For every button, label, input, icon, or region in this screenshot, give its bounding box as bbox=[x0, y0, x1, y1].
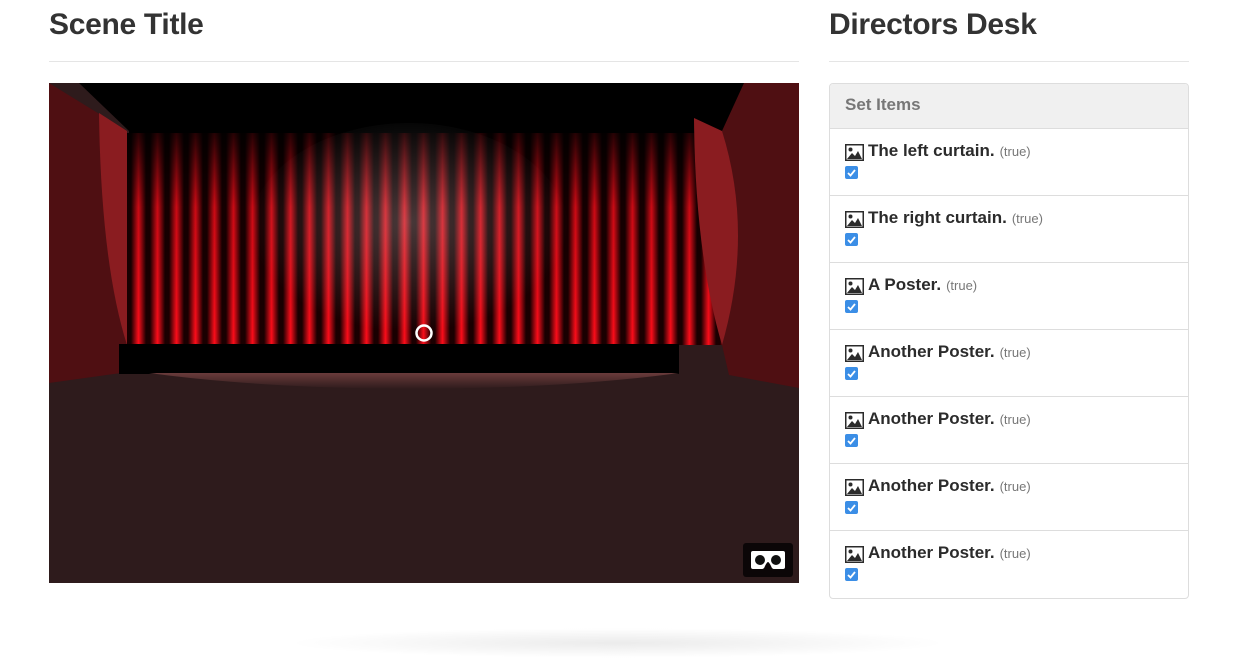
item-name: The right curtain. bbox=[868, 208, 1007, 227]
list-item: The right curtain. (true) bbox=[830, 196, 1188, 263]
item-visible-checkbox[interactable] bbox=[845, 434, 858, 447]
list-item: Another Poster. (true) bbox=[830, 464, 1188, 531]
panel-heading: Set Items bbox=[830, 84, 1188, 129]
vr-scene-viewport[interactable] bbox=[49, 83, 799, 583]
checkmark-icon bbox=[847, 436, 856, 445]
list-item: Another Poster. (true) bbox=[830, 397, 1188, 464]
item-visible-checkbox[interactable] bbox=[845, 367, 858, 380]
item-row: Another Poster. (true) bbox=[845, 543, 1173, 565]
image-icon bbox=[845, 411, 864, 429]
item-visible-checkbox[interactable] bbox=[845, 166, 858, 179]
item-visible-checkbox[interactable] bbox=[845, 233, 858, 246]
set-items-list: The left curtain. (true) The right curtain… bbox=[830, 129, 1188, 598]
item-name: A Poster. bbox=[868, 275, 942, 294]
item-name: The left curtain. bbox=[868, 141, 995, 160]
item-state: (true) bbox=[999, 144, 1031, 159]
scene-column: Scene Title bbox=[49, 0, 799, 583]
item-name: Another Poster. bbox=[868, 476, 995, 495]
item-state: (true) bbox=[999, 345, 1031, 360]
stage-render bbox=[49, 83, 799, 583]
item-row: Another Poster. (true) bbox=[845, 409, 1173, 431]
footer-shadow bbox=[285, 628, 950, 658]
set-items-panel: Set Items The left curtain. (true) The rig… bbox=[829, 83, 1189, 599]
list-item: A Poster. (true) bbox=[830, 263, 1188, 330]
checkmark-icon bbox=[847, 369, 856, 378]
item-state: (true) bbox=[999, 479, 1031, 494]
item-name: Another Poster. bbox=[868, 543, 995, 562]
vr-headset-icon bbox=[751, 551, 785, 569]
desk-title: Directors Desk bbox=[829, 0, 1189, 62]
list-item: Another Poster. (true) bbox=[830, 330, 1188, 397]
image-icon bbox=[845, 478, 864, 496]
item-state: (true) bbox=[999, 412, 1031, 427]
item-row: The right curtain. (true) bbox=[845, 208, 1173, 230]
image-icon bbox=[845, 210, 864, 228]
item-visible-checkbox[interactable] bbox=[845, 568, 858, 581]
item-state: (true) bbox=[999, 546, 1031, 561]
image-icon bbox=[845, 344, 864, 362]
item-name: Another Poster. bbox=[868, 342, 995, 361]
item-row: The left curtain. (true) bbox=[845, 141, 1173, 163]
item-state: (true) bbox=[946, 278, 978, 293]
item-row: A Poster. (true) bbox=[845, 275, 1173, 297]
directors-desk-column: Directors Desk Set Items The left curtai… bbox=[829, 0, 1189, 599]
item-state: (true) bbox=[1011, 211, 1043, 226]
list-item: Another Poster. (true) bbox=[830, 531, 1188, 598]
item-row: Another Poster. (true) bbox=[845, 342, 1173, 364]
item-visible-checkbox[interactable] bbox=[845, 300, 858, 313]
vr-mode-button[interactable] bbox=[743, 543, 793, 577]
scene-title: Scene Title bbox=[49, 0, 799, 62]
checkmark-icon bbox=[847, 503, 856, 512]
image-icon bbox=[845, 545, 864, 563]
list-item: The left curtain. (true) bbox=[830, 129, 1188, 196]
item-visible-checkbox[interactable] bbox=[845, 501, 858, 514]
checkmark-icon bbox=[847, 235, 856, 244]
checkmark-icon bbox=[847, 570, 856, 579]
item-row: Another Poster. (true) bbox=[845, 476, 1173, 498]
checkmark-icon bbox=[847, 302, 856, 311]
image-icon bbox=[845, 277, 864, 295]
checkmark-icon bbox=[847, 168, 856, 177]
item-name: Another Poster. bbox=[868, 409, 995, 428]
image-icon bbox=[845, 143, 864, 161]
